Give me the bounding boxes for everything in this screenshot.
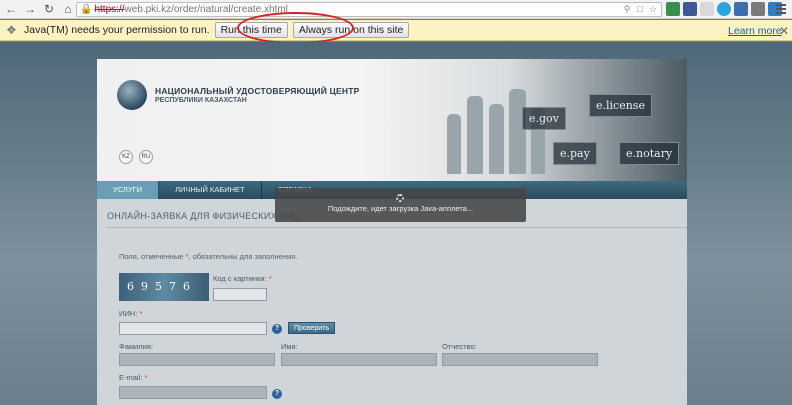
extension-icon[interactable] bbox=[734, 2, 748, 16]
url-scheme: https:// bbox=[94, 4, 125, 15]
site-container: НАЦИОНАЛЬНЫЙ УДОСТОВЕРЯЮЩИЙ ЦЕНТР РЕСПУБ… bbox=[97, 59, 687, 405]
facebook-icon[interactable] bbox=[683, 2, 697, 16]
banner-tile: e.notary bbox=[619, 142, 680, 165]
learn-more-link[interactable]: Learn more bbox=[728, 25, 782, 37]
required-note: Поля, отмеченные *, обязательны для запо… bbox=[119, 252, 298, 261]
infobar-message: Java(TM) needs your permission to run. bbox=[24, 24, 210, 36]
back-icon[interactable]: ← bbox=[3, 1, 19, 17]
omnibox-icons: ⚲ □ ☆ bbox=[622, 4, 658, 15]
page-title: ОНЛАЙН-ЗАЯВКА ДЛЯ ФИЗИЧЕСКИХ ЛИЦ bbox=[107, 211, 300, 221]
captcha-input[interactable] bbox=[213, 288, 267, 301]
iin-label: ИИН: * bbox=[119, 309, 143, 318]
divider bbox=[107, 227, 687, 228]
puzzle-icon: ❖ bbox=[6, 23, 17, 37]
star-icon[interactable]: ☆ bbox=[648, 4, 658, 15]
globe-logo-icon[interactable] bbox=[117, 80, 147, 110]
surname-input[interactable] bbox=[119, 353, 275, 366]
patronymic-input[interactable] bbox=[442, 353, 598, 366]
help-icon[interactable]: ? bbox=[272, 389, 282, 399]
skype-icon[interactable] bbox=[717, 2, 731, 16]
url-path: web.pki.kz/order/natural/create.xhtml bbox=[124, 4, 288, 15]
java-infobar: ❖ Java(TM) needs your permission to run.… bbox=[0, 20, 792, 41]
captcha-label: Код с картинки: * bbox=[213, 274, 272, 283]
extension-icon[interactable] bbox=[666, 2, 680, 16]
highlight-ellipse bbox=[237, 12, 354, 44]
lang-kz-button[interactable]: KZ bbox=[119, 150, 133, 164]
browser-toolbar: ← → ↻ ⌂ 🔒 https:// web.pki.kz/order/natu… bbox=[0, 0, 792, 19]
home-icon[interactable]: ⌂ bbox=[60, 1, 76, 17]
site-header: НАЦИОНАЛЬНЫЙ УДОСТОВЕРЯЮЩИЙ ЦЕНТР РЕСПУБ… bbox=[97, 59, 687, 181]
banner-tile: e.license bbox=[589, 94, 652, 117]
spinner-icon bbox=[396, 194, 404, 202]
email-input[interactable] bbox=[119, 386, 267, 399]
page-background: НАЦИОНАЛЬНЫЙ УДОСТОВЕРЯЮЩИЙ ЦЕНТР РЕСПУБ… bbox=[0, 42, 792, 405]
lang-ru-button[interactable]: RU bbox=[139, 150, 153, 164]
page-icon[interactable]: □ bbox=[635, 4, 645, 15]
forward-icon[interactable]: → bbox=[22, 1, 38, 17]
check-button[interactable]: Проверить bbox=[288, 322, 336, 334]
insecure-lock-icon: 🔒 bbox=[80, 4, 93, 15]
menu-icon[interactable] bbox=[776, 3, 786, 15]
name-input[interactable] bbox=[281, 353, 437, 366]
banner-tile: e.pay bbox=[553, 142, 597, 165]
loading-message: Подождите, идет загрузка Java-апплета... bbox=[327, 204, 474, 213]
name-label: Имя: bbox=[281, 342, 298, 351]
extension-icon[interactable] bbox=[751, 2, 765, 16]
extension-icons bbox=[666, 2, 782, 16]
loading-overlay: Подождите, идет загрузка Java-апплета... bbox=[275, 188, 526, 222]
key-icon[interactable]: ⚲ bbox=[622, 4, 632, 15]
org-name: НАЦИОНАЛЬНЫЙ УДОСТОВЕРЯЮЩИЙ ЦЕНТР bbox=[155, 86, 360, 96]
surname-label: Фамилия: bbox=[119, 342, 153, 351]
tab-services[interactable]: УСЛУГИ bbox=[97, 181, 160, 199]
banner-tile: e.gov bbox=[522, 107, 566, 130]
iin-input[interactable] bbox=[119, 322, 267, 335]
extension-icon[interactable] bbox=[700, 2, 714, 16]
tab-personal-cabinet[interactable]: ЛИЧНЫЙ КАБИНЕТ bbox=[159, 181, 262, 199]
org-subtitle: РЕСПУБЛИКИ КАЗАХСТАН bbox=[155, 97, 247, 104]
captcha-image: 69576 bbox=[119, 273, 209, 301]
address-bar[interactable]: 🔒 https:// web.pki.kz/order/natural/crea… bbox=[76, 2, 662, 17]
email-label: E-mail: * bbox=[119, 373, 148, 382]
patronymic-label: Отчество: bbox=[442, 342, 477, 351]
reload-icon[interactable]: ↻ bbox=[41, 1, 57, 17]
close-icon[interactable]: ✕ bbox=[779, 24, 789, 38]
help-icon[interactable]: ? bbox=[272, 324, 282, 334]
